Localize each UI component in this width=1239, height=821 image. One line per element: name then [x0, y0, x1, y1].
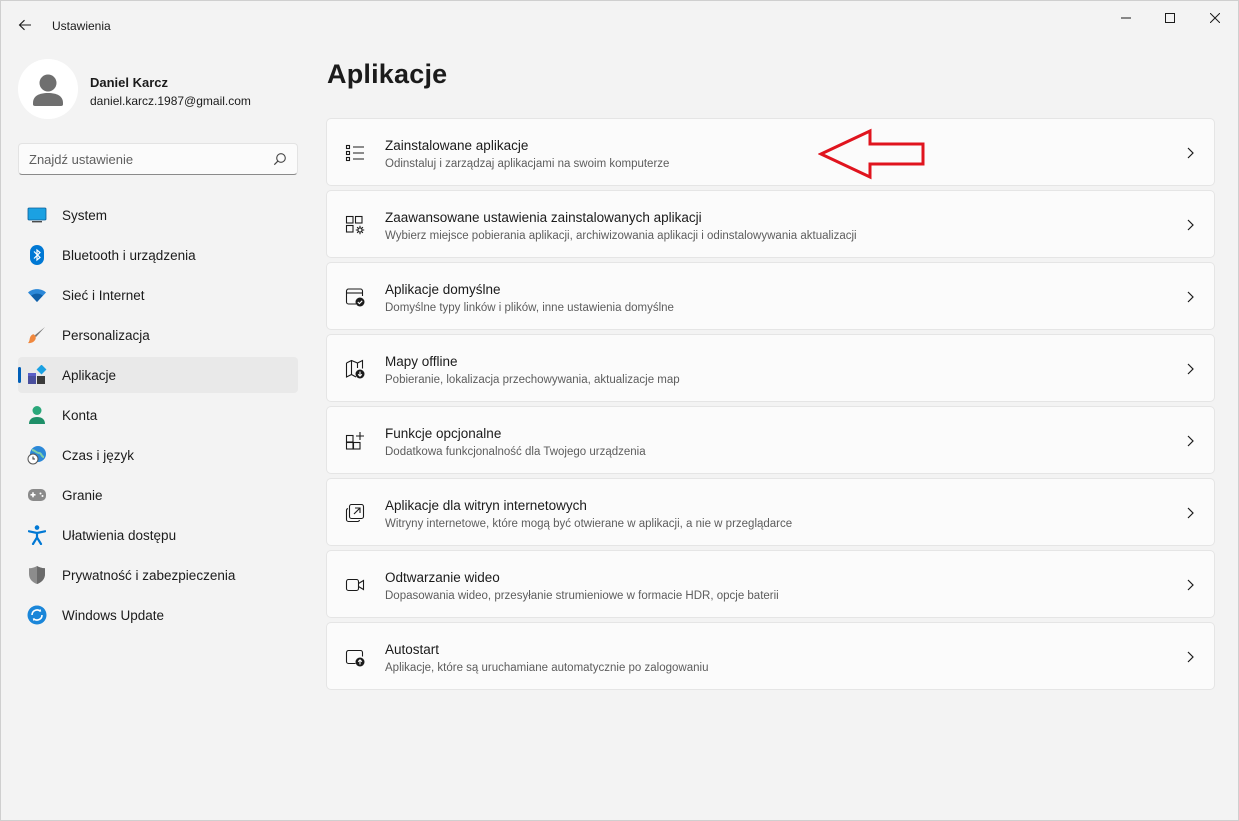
sidebar-item-personalization[interactable]: Personalizacja [18, 317, 298, 353]
search-input[interactable] [19, 144, 259, 174]
chevron-right-icon [1187, 651, 1194, 663]
card-optional-features[interactable]: Funkcje opcjonalne Dodatkowa funkcjonaln… [326, 406, 1215, 474]
user-name: Daniel Karcz [90, 75, 169, 90]
sidebar-item-accounts[interactable]: Konta [18, 397, 298, 433]
sidebar-item-label: Konta [62, 407, 98, 423]
sidebar-item-label: Czas i język [62, 447, 135, 463]
chevron-right-icon [1187, 507, 1194, 519]
close-button[interactable] [1192, 1, 1238, 35]
card-advanced-app-settings[interactable]: Zaawansowane ustawienia zainstalowanych … [326, 190, 1215, 258]
windows-update-icon [27, 605, 47, 625]
card-subtitle: Witryny internetowe, które mogą być otwi… [385, 518, 793, 530]
sidebar-item-label: Granie [62, 487, 103, 503]
card-subtitle: Dodatkowa funkcjonalność dla Twojego urz… [385, 446, 646, 458]
card-subtitle: Aplikacje, które są uruchamiane automaty… [385, 662, 709, 674]
settings-window: Ustawienia Daniel Karcz daniel.karcz.198… [0, 0, 1239, 821]
sidebar-nav: System Bluetooth i urządzenia Sieć i Int… [18, 197, 298, 637]
list-icon [345, 144, 364, 162]
sidebar-item-label: Windows Update [62, 607, 165, 623]
annotation-arrow-icon [818, 128, 925, 180]
card-title: Aplikacje dla witryn internetowych [385, 498, 587, 513]
minimize-icon [1121, 17, 1131, 19]
sidebar-item-gaming[interactable]: Granie [18, 477, 298, 513]
apps-icon [27, 365, 47, 385]
brush-icon [27, 325, 47, 345]
card-video-playback[interactable]: Odtwarzanie wideo Dopasowania wideo, prz… [326, 550, 1215, 618]
video-icon [345, 578, 365, 592]
time-language-icon [27, 445, 47, 465]
card-subtitle: Odinstaluj i zarządzaj aplikacjami na sw… [385, 158, 670, 170]
avatar-person-icon [18, 59, 78, 119]
maximize-icon [1165, 13, 1175, 23]
card-title: Zainstalowane aplikacje [385, 138, 529, 153]
chevron-right-icon [1187, 435, 1194, 447]
card-startup[interactable]: Autostart Aplikacje, które są uruchamian… [326, 622, 1215, 690]
shield-icon [27, 565, 47, 585]
search-icon[interactable] [273, 152, 287, 166]
close-icon [1210, 13, 1220, 23]
wifi-icon [27, 285, 47, 305]
avatar [18, 59, 78, 119]
default-apps-icon [345, 288, 365, 307]
open-external-icon [345, 503, 365, 523]
user-email: daniel.karcz.1987@gmail.com [90, 94, 251, 108]
sidebar-item-label: Sieć i Internet [62, 287, 145, 303]
card-subtitle: Domyślne typy linków i plików, inne usta… [385, 302, 674, 314]
back-button[interactable] [11, 11, 39, 39]
apps-settings-icon [345, 215, 365, 235]
sidebar-item-accessibility[interactable]: Ułatwienia dostępu [18, 517, 298, 553]
card-default-apps[interactable]: Aplikacje domyślne Domyślne typy linków … [326, 262, 1215, 330]
sidebar-item-label: Ułatwienia dostępu [62, 527, 177, 543]
card-title: Zaawansowane ustawienia zainstalowanych … [385, 210, 702, 225]
user-profile[interactable]: Daniel Karcz daniel.karcz.1987@gmail.com [18, 59, 298, 119]
card-installed-apps[interactable]: Zainstalowane aplikacje Odinstaluj i zar… [326, 118, 1215, 186]
gamepad-icon [27, 485, 47, 505]
optional-features-icon [345, 432, 364, 450]
chevron-right-icon [1187, 579, 1194, 591]
sidebar-item-time-language[interactable]: Czas i język [18, 437, 298, 473]
card-title: Funkcje opcjonalne [385, 426, 502, 441]
accessibility-icon [27, 525, 47, 545]
offline-map-icon [345, 359, 365, 379]
chevron-right-icon [1187, 291, 1194, 303]
minimize-button[interactable] [1103, 1, 1149, 35]
sidebar-item-bluetooth[interactable]: Bluetooth i urządzenia [18, 237, 298, 273]
sidebar-item-apps[interactable]: Aplikacje [18, 357, 298, 393]
chevron-right-icon [1187, 363, 1194, 375]
card-subtitle: Dopasowania wideo, przesyłanie strumieni… [385, 590, 779, 602]
account-icon [27, 405, 47, 425]
back-arrow-icon [18, 19, 31, 31]
card-offline-maps[interactable]: Mapy offline Pobieranie, lokalizacja prz… [326, 334, 1215, 402]
chevron-right-icon [1187, 219, 1194, 231]
sidebar-item-privacy[interactable]: Prywatność i zabezpieczenia [18, 557, 298, 593]
system-icon [27, 205, 47, 225]
card-subtitle: Wybierz miejsce pobierania aplikacji, ar… [385, 230, 857, 242]
sidebar-item-label: Prywatność i zabezpieczenia [62, 567, 236, 583]
search-box [18, 143, 298, 175]
settings-card-list: Zainstalowane aplikacje Odinstaluj i zar… [326, 118, 1215, 694]
sidebar-item-system[interactable]: System [18, 197, 298, 233]
sidebar-item-windows-update[interactable]: Windows Update [18, 597, 298, 633]
page-title: Aplikacje [327, 59, 448, 89]
card-subtitle: Pobieranie, lokalizacja przechowywania, … [385, 374, 680, 386]
chevron-right-icon [1187, 147, 1194, 159]
card-title: Aplikacje domyślne [385, 282, 501, 297]
sidebar-item-label: Aplikacje [62, 367, 117, 383]
bluetooth-icon [27, 245, 47, 265]
sidebar-item-label: Bluetooth i urządzenia [62, 247, 196, 263]
sidebar-item-label: System [62, 207, 108, 223]
card-apps-for-websites[interactable]: Aplikacje dla witryn internetowych Witry… [326, 478, 1215, 546]
startup-icon [345, 649, 365, 667]
card-title: Autostart [385, 642, 440, 657]
sidebar-item-network[interactable]: Sieć i Internet [18, 277, 298, 313]
card-title: Mapy offline [385, 354, 458, 369]
title-bar: Ustawienia [1, 1, 1238, 49]
window-title: Ustawienia [52, 19, 111, 33]
maximize-button[interactable] [1147, 1, 1193, 35]
sidebar-item-label: Personalizacja [62, 327, 150, 343]
card-title: Odtwarzanie wideo [385, 570, 500, 585]
